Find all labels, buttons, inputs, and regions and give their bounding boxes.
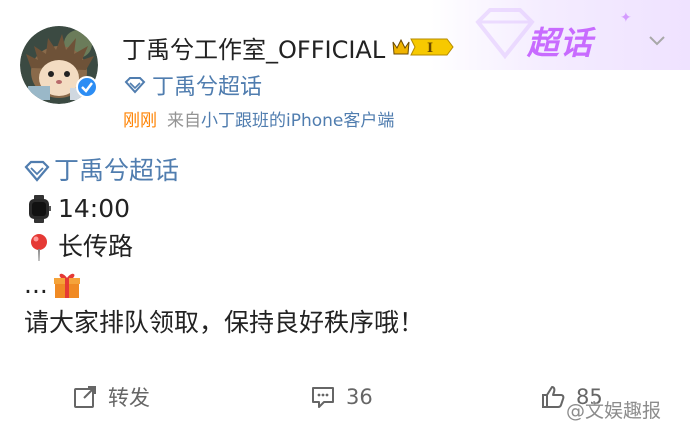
level-badge-text: I (427, 41, 433, 56)
post-topic-line[interactable]: 丁禹兮超话 (24, 152, 664, 190)
thumbs-up-icon (542, 386, 565, 408)
supertopic-link-label: 丁禹兮超话 (152, 75, 263, 100)
post-timestamp[interactable]: 刚刚 (123, 106, 157, 131)
post-topic: 丁禹兮超话 (54, 156, 180, 185)
post-time-line: 14:00 (24, 190, 664, 228)
diamond-icon (24, 160, 50, 182)
share-icon (74, 386, 96, 408)
post-place: 长传路 (58, 232, 134, 261)
comment-count: 36 (346, 385, 373, 409)
watermark-text: @文娱趣报 (566, 400, 662, 422)
source-device[interactable]: 小丁跟班的iPhone客户端 (201, 111, 394, 131)
pin-emoji-icon (31, 234, 47, 261)
post-content: 丁禹兮超话 14:00 长传路 ... 请大家排队领取，保持良好秩序哦！ (24, 152, 664, 342)
gift-prefix: ... (24, 270, 48, 299)
repost-label: 转发 (108, 386, 150, 410)
post-message: 请大家排队领取，保持良好秩序哦！ (24, 308, 425, 337)
comment-button[interactable]: 36 (310, 382, 373, 412)
chevron-down-icon[interactable] (647, 30, 667, 50)
comment-icon (312, 387, 334, 408)
member-level-badge-icon[interactable]: I (391, 34, 455, 60)
author-name[interactable]: 丁禹兮工作室_OFFICIAL (122, 30, 385, 65)
weibo-post-card: 超话 ✦ 丁禹兮工作室_OFFICIAL I 丁禹兮超话 刚刚 来自小丁跟班的i… (0, 0, 690, 428)
post-gift-line: ... (24, 266, 664, 304)
diamond-icon (124, 77, 146, 94)
post-time: 14:00 (58, 194, 131, 223)
author-row: 丁禹兮工作室_OFFICIAL I (122, 30, 455, 64)
post-message-line: 请大家排队领取，保持良好秩序哦！ (24, 304, 664, 342)
source-prefix: 来自 (167, 111, 201, 131)
supertopic-corner-label[interactable]: 超话 (527, 18, 593, 64)
gift-emoji-icon (53, 273, 80, 298)
verified-badge-icon (76, 76, 98, 98)
supertopic-link[interactable]: 丁禹兮超话 (124, 70, 262, 100)
post-source: 来自小丁跟班的iPhone客户端 (167, 106, 394, 131)
repost-button[interactable]: 转发 (72, 382, 150, 412)
watch-emoji-icon (29, 195, 51, 223)
post-meta: 刚刚 来自小丁跟班的iPhone客户端 (123, 106, 394, 131)
post-place-line: 长传路 (24, 228, 664, 266)
watermark: @文娱趣报 (566, 396, 661, 423)
sparkle-icon: ✦ (620, 10, 632, 26)
